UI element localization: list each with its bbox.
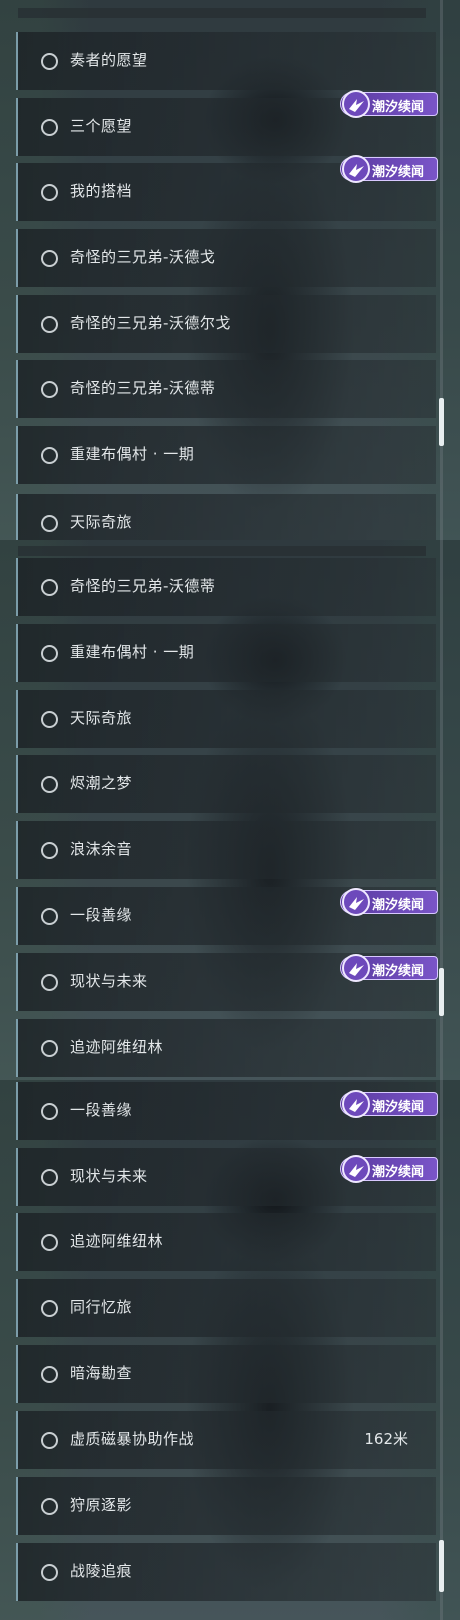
status-circle-icon — [41, 119, 58, 136]
quest-label: 我的搭档 — [70, 182, 133, 200]
quest-label: 追迹阿维纽林 — [70, 1038, 164, 1056]
scrollbar-thumb[interactable] — [439, 398, 444, 446]
quest-item[interactable]: 奏者的愿望 — [16, 32, 436, 90]
quest-item[interactable]: 战陵追痕 — [16, 1543, 436, 1601]
status-circle-icon — [41, 316, 58, 333]
tide-event-badge: 潮汐续闻 — [340, 954, 438, 982]
quest-label: 暗海勘查 — [70, 1364, 133, 1382]
tide-logo-icon — [342, 954, 370, 982]
status-circle-icon — [41, 579, 58, 596]
quest-list-panel-3: 一段善缘 现状与未来 追迹阿维纽林 同行忆旅 暗海勘查 虚质磁暴协助作战 162… — [0, 1080, 460, 1620]
list-top-edge — [18, 8, 426, 18]
quest-item[interactable]: 天际奇旅 — [16, 690, 436, 748]
status-circle-icon — [41, 1498, 58, 1515]
quest-label: 一段善缘 — [70, 906, 133, 924]
status-circle-icon — [41, 53, 58, 70]
quest-label: 一段善缘 — [70, 1101, 133, 1119]
status-circle-icon — [41, 250, 58, 267]
quest-item[interactable]: 狩原逐影 — [16, 1477, 436, 1535]
quest-label: 重建布偶村 · 一期 — [70, 445, 195, 463]
status-circle-icon — [41, 842, 58, 859]
tide-event-badge: 潮汐续闻 — [340, 1090, 438, 1118]
quest-item[interactable]: 暗海勘查 — [16, 1345, 436, 1403]
tide-logo-icon — [342, 888, 370, 916]
status-circle-icon — [41, 1366, 58, 1383]
quest-item[interactable]: 奇怪的三兄弟-沃德戈 — [16, 229, 436, 287]
quest-label: 狩原逐影 — [70, 1496, 133, 1514]
status-circle-icon — [41, 645, 58, 662]
quest-label: 奇怪的三兄弟-沃德蒂 — [70, 379, 216, 397]
quest-item[interactable]: 追迹阿维纽林 — [16, 1213, 436, 1271]
status-circle-icon — [41, 1564, 58, 1581]
status-circle-icon — [41, 974, 58, 991]
quest-label: 奇怪的三兄弟-沃德尔戈 — [70, 314, 231, 332]
tide-logo-icon — [342, 1155, 370, 1183]
status-circle-icon — [41, 908, 58, 925]
quest-label: 虚质磁暴协助作战 — [70, 1430, 195, 1448]
quest-label: 天际奇旅 — [70, 709, 133, 727]
tide-logo-icon — [342, 155, 370, 183]
quest-item[interactable]: 奇怪的三兄弟-沃德尔戈 — [16, 295, 436, 353]
quest-label: 奏者的愿望 — [70, 51, 148, 69]
badge-text: 潮汐续闻 — [372, 964, 425, 979]
quest-label: 重建布偶村 · 一期 — [70, 643, 195, 661]
tide-event-badge: 潮汐续闻 — [340, 888, 438, 916]
tide-event-badge: 潮汐续闻 — [340, 1155, 438, 1183]
status-circle-icon — [41, 1040, 58, 1057]
list-top-edge — [18, 546, 426, 556]
quest-label: 三个愿望 — [70, 117, 133, 135]
badge-text: 潮汐续闻 — [372, 165, 425, 180]
status-circle-icon — [41, 1234, 58, 1251]
tide-logo-icon — [342, 1090, 370, 1118]
tide-logo-icon — [342, 90, 370, 118]
quest-item[interactable]: 烬潮之梦 — [16, 755, 436, 813]
quest-item[interactable]: 奇怪的三兄弟-沃德蒂 — [16, 558, 436, 616]
status-circle-icon — [41, 1432, 58, 1449]
scrollbar-thumb[interactable] — [439, 968, 444, 1016]
quest-label: 奇怪的三兄弟-沃德蒂 — [70, 577, 216, 595]
scrollbar-thumb[interactable] — [439, 1540, 444, 1592]
quest-label: 现状与未来 — [70, 972, 148, 990]
status-circle-icon — [41, 1169, 58, 1186]
status-circle-icon — [41, 184, 58, 201]
scrollbar-track[interactable] — [440, 0, 443, 540]
status-circle-icon — [41, 381, 58, 398]
tide-event-badge: 潮汐续闻 — [340, 90, 438, 118]
quest-label: 烬潮之梦 — [70, 774, 133, 792]
quest-label: 追迹阿维纽林 — [70, 1232, 164, 1250]
badge-text: 潮汐续闻 — [372, 898, 425, 913]
badge-text: 潮汐续闻 — [372, 1165, 425, 1180]
status-circle-icon — [41, 776, 58, 793]
tide-event-badge: 潮汐续闻 — [340, 155, 438, 183]
status-circle-icon — [41, 515, 58, 532]
quest-item[interactable]: 浪沫余音 — [16, 821, 436, 879]
scrollbar-track[interactable] — [440, 1080, 443, 1620]
quest-label: 战陵追痕 — [70, 1562, 133, 1580]
quest-item[interactable]: 追迹阿维纽林 — [16, 1019, 436, 1077]
status-circle-icon — [41, 1300, 58, 1317]
quest-label: 浪沫余音 — [70, 840, 133, 858]
badge-text: 潮汐续闻 — [372, 1100, 425, 1115]
status-circle-icon — [41, 447, 58, 464]
quest-item[interactable]: 虚质磁暴协助作战 162米 — [16, 1411, 436, 1469]
quest-item[interactable]: 奇怪的三兄弟-沃德蒂 — [16, 360, 436, 418]
quest-label: 现状与未来 — [70, 1167, 148, 1185]
quest-list-panel-2: 奇怪的三兄弟-沃德蒂 重建布偶村 · 一期 天际奇旅 烬潮之梦 浪沫余音 一段善… — [0, 540, 460, 1080]
quest-label: 天际奇旅 — [70, 513, 133, 531]
quest-label: 奇怪的三兄弟-沃德戈 — [70, 248, 216, 266]
quest-item[interactable]: 重建布偶村 · 一期 — [16, 426, 436, 484]
quest-label: 同行忆旅 — [70, 1298, 133, 1316]
quest-item[interactable]: 同行忆旅 — [16, 1279, 436, 1337]
status-circle-icon — [41, 1103, 58, 1120]
status-circle-icon — [41, 711, 58, 728]
quest-item[interactable]: 天际奇旅 — [16, 494, 436, 540]
quest-item[interactable]: 重建布偶村 · 一期 — [16, 624, 436, 682]
distance-label: 162米 — [364, 1430, 408, 1448]
badge-text: 潮汐续闻 — [372, 100, 425, 115]
quest-list-panel-1: 奏者的愿望 三个愿望 我的搭档 奇怪的三兄弟-沃德戈 奇怪的三兄弟-沃德尔戈 奇… — [0, 0, 460, 540]
